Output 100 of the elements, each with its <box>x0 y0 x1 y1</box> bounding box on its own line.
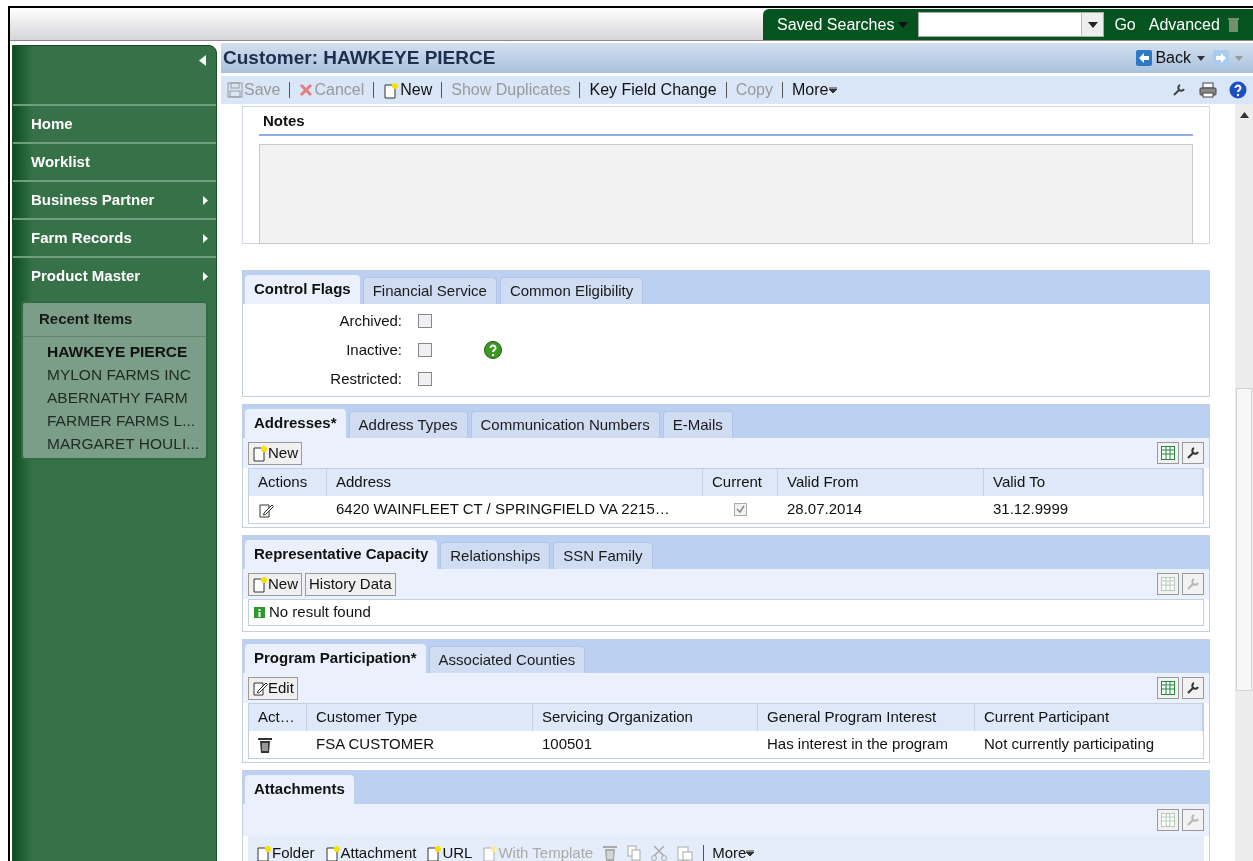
nav-item[interactable]: Business Partner <box>13 180 216 218</box>
help-icon[interactable] <box>1229 81 1247 99</box>
trash-icon[interactable] <box>258 736 272 753</box>
more-menu[interactable]: More <box>792 78 838 102</box>
submenu-arrow-icon <box>203 195 208 205</box>
save-icon <box>227 82 243 98</box>
tab[interactable]: Associated Counties <box>428 646 586 673</box>
notes-heading: Notes <box>259 107 1193 136</box>
table-cell-text: 6420 WAINFLEET CT / SPRINGFIELD VA 2215… <box>336 499 670 520</box>
field-label: Inactive: <box>345 339 403 360</box>
recent-item[interactable]: ABERNATHY FARM <box>47 386 206 409</box>
toolbar-button[interactable]: Edit <box>248 676 298 700</box>
dropdown-icon <box>829 87 838 93</box>
table-cell-text: FSA CUSTOMER <box>316 734 435 755</box>
forward-arrow-icon[interactable] <box>1213 50 1229 66</box>
scroll-up-icon[interactable] <box>1239 112 1249 118</box>
recent-items-heading: Recent Items <box>23 303 206 337</box>
tab[interactable]: Representative Capacity <box>245 540 438 569</box>
new-document-icon <box>383 81 400 99</box>
new-document-icon <box>252 575 268 593</box>
dropdown-icon <box>898 21 909 28</box>
settings-button[interactable] <box>1182 442 1204 464</box>
scrollbar-thumb[interactable] <box>1236 388 1252 691</box>
page-title: Customer: HAWKEYE PIERCE <box>223 45 496 70</box>
toolbar-button[interactable]: New <box>383 78 433 102</box>
nav-item[interactable]: Farm Records <box>13 218 216 256</box>
toolbar-button[interactable]: New <box>248 441 302 465</box>
search-field[interactable] <box>918 12 1105 37</box>
new-document-icon <box>426 844 443 861</box>
export-spreadsheet-button[interactable] <box>1157 677 1179 699</box>
go-link[interactable]: Go <box>1114 12 1136 37</box>
notes-field[interactable] <box>259 143 1193 244</box>
checkbox[interactable] <box>418 372 432 386</box>
submenu-arrow-icon <box>203 233 208 243</box>
table-cell-text: 100501 <box>542 734 593 755</box>
scrollbar[interactable] <box>1235 104 1253 861</box>
spreadsheet-icon <box>1161 577 1175 591</box>
status-message: No result found <box>269 602 371 623</box>
wrench-icon <box>1186 446 1200 460</box>
toolbar-button[interactable]: New <box>248 572 302 596</box>
dropdown-icon[interactable] <box>1197 55 1205 61</box>
submenu-arrow-icon <box>203 271 208 281</box>
more-menu[interactable]: More <box>703 841 755 861</box>
recent-item[interactable]: HAWKEYE PIERCE <box>47 340 206 363</box>
edit-icon[interactable] <box>258 501 274 518</box>
advanced-link[interactable]: Advanced <box>1148 12 1220 37</box>
spreadsheet-icon <box>1161 681 1175 695</box>
tab[interactable]: SSN Family <box>553 542 653 569</box>
table-cell-text: 28.07.2014 <box>787 499 863 520</box>
edit-icon <box>252 680 268 696</box>
back-button[interactable]: Back <box>1155 46 1191 70</box>
table-cell-text: Has interest in the program <box>767 734 948 755</box>
tab[interactable]: Common Eligibility <box>499 277 644 304</box>
tab[interactable]: Attachments <box>245 775 354 804</box>
collapse-icon[interactable] <box>199 55 206 66</box>
checkbox[interactable] <box>418 343 432 357</box>
checkbox[interactable] <box>418 314 432 328</box>
tab[interactable]: Relationships <box>440 542 551 569</box>
recent-item[interactable]: FARMER FARMS L... <box>47 409 206 432</box>
print-icon[interactable] <box>1199 82 1217 98</box>
saved-searches-menu[interactable]: Saved Searches <box>777 12 909 37</box>
export-spreadsheet-button[interactable] <box>1157 442 1179 464</box>
toolbar-button[interactable]: URL <box>426 841 473 861</box>
dropdown-icon <box>746 850 755 856</box>
tab[interactable]: Communication Numbers <box>470 411 660 438</box>
tab[interactable]: Address Types <box>348 411 468 438</box>
tab[interactable]: Financial Service <box>362 277 497 304</box>
recent-item[interactable]: MYLON FARMS INC <box>47 363 206 386</box>
dropdown-icon[interactable] <box>1087 21 1098 28</box>
close-icon <box>299 83 314 97</box>
field-label: Archived: <box>338 310 403 331</box>
nav-item[interactable]: Worklist <box>13 142 216 180</box>
new-document-icon <box>482 844 499 861</box>
wrench-icon <box>1186 577 1200 591</box>
tab[interactable]: Addresses* <box>245 409 346 438</box>
spreadsheet-icon <box>1161 813 1175 827</box>
nav-item[interactable]: Home <box>13 104 216 142</box>
new-document-icon <box>252 444 268 462</box>
back-arrow-icon[interactable] <box>1136 50 1153 66</box>
table-cell-text: 31.12.9999 <box>993 499 1069 520</box>
tab[interactable]: Program Participation* <box>245 644 426 673</box>
wrench-icon[interactable] <box>1171 82 1187 98</box>
new-document-icon <box>256 844 272 861</box>
tab[interactable]: Control Flags <box>245 275 360 304</box>
tab[interactable]: E-Mails <box>662 411 733 438</box>
new-document-icon <box>324 844 341 861</box>
toolbar-button[interactable]: Folder <box>256 841 315 861</box>
nav-item[interactable]: Product Master <box>13 256 216 294</box>
recent-item[interactable]: MARGARET HOULI... <box>47 432 206 455</box>
field-label: Restricted: <box>329 368 403 389</box>
toolbar-button[interactable]: Attachment <box>324 841 417 861</box>
wrench-icon <box>1186 813 1200 827</box>
help-icon[interactable] <box>484 341 502 359</box>
table-cell-text: Not currently participating <box>984 734 1155 755</box>
wrench-icon <box>1186 681 1200 695</box>
settings-button[interactable] <box>1182 677 1204 699</box>
spreadsheet-icon <box>1161 446 1175 460</box>
toolbar-button[interactable]: Key Field Change <box>589 78 717 102</box>
info-icon <box>254 607 265 618</box>
toolbar-button[interactable]: History Data <box>305 572 396 596</box>
